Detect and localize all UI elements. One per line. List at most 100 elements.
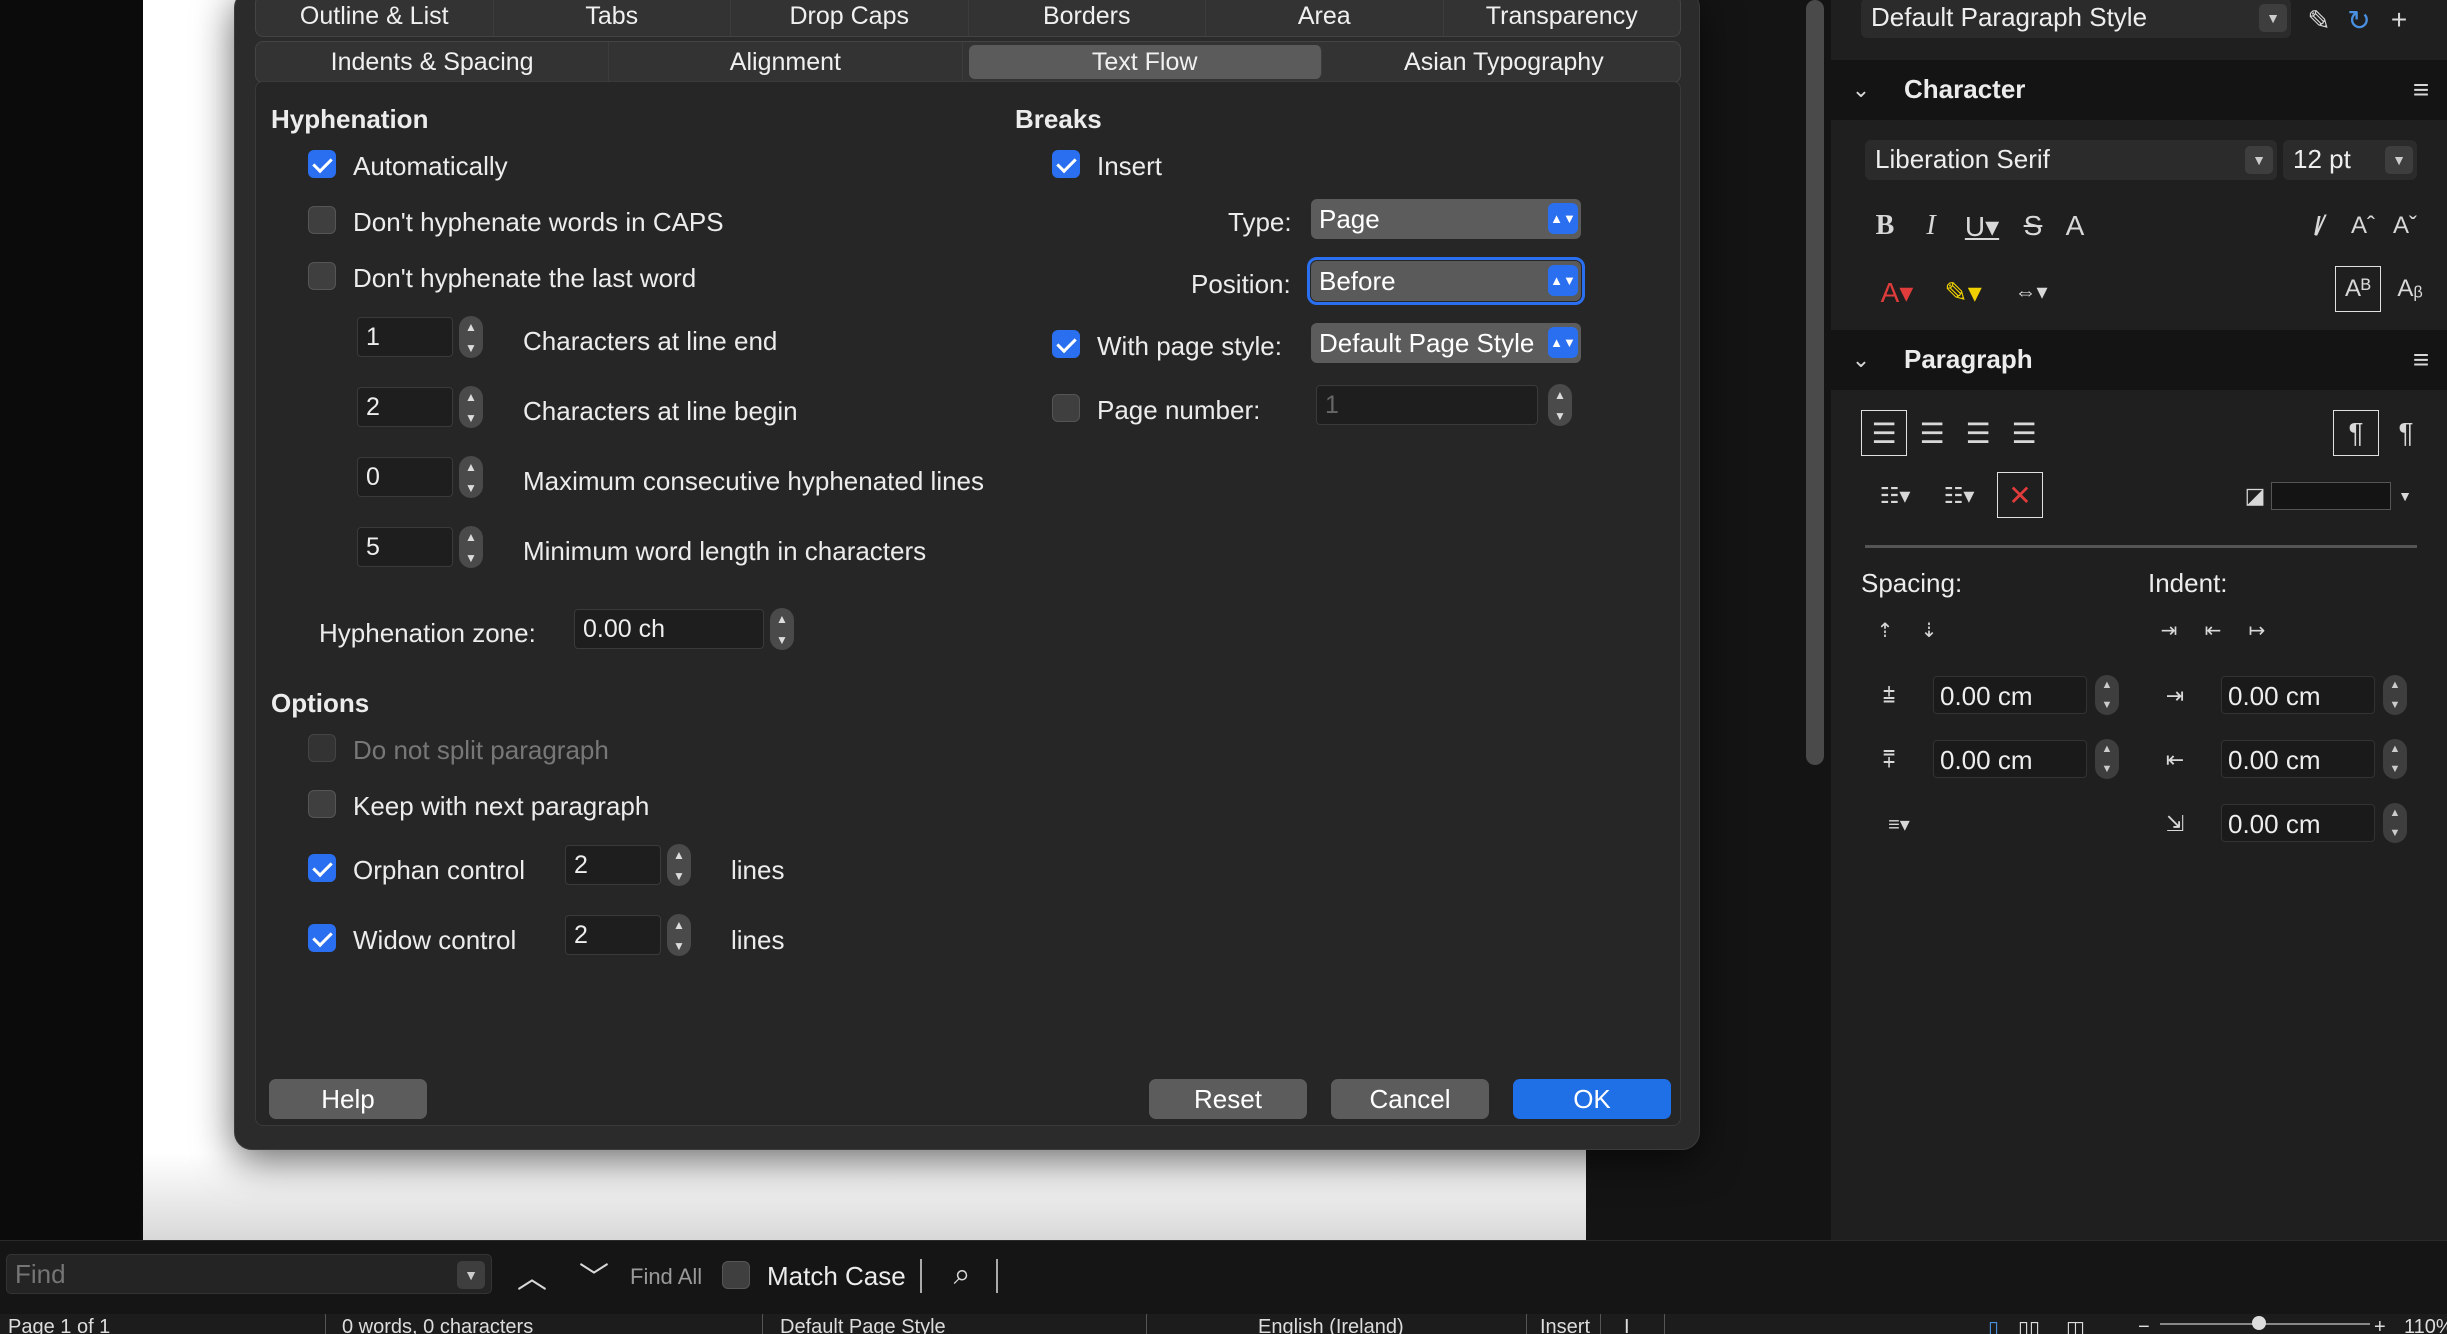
tab-outline-list[interactable]: Outline & List <box>256 0 494 36</box>
chevron-down-icon[interactable]: ▼ <box>2393 482 2417 510</box>
rtl-paragraph-icon[interactable]: ¶ <box>2383 410 2429 456</box>
min-word-length-stepper[interactable]: ▲ ▼ <box>459 526 483 568</box>
update-style-icon[interactable]: ✎ <box>2301 2 2337 38</box>
before-indent-stepper[interactable]: ▲ ▼ <box>2383 675 2407 715</box>
align-left-icon[interactable]: ☰ <box>1861 410 1907 456</box>
widow-lines-input[interactable]: 2 <box>565 915 661 955</box>
ok-button[interactable]: OK <box>1513 1079 1671 1119</box>
character-spacing-icon[interactable]: ⇔▾ <box>2001 270 2061 314</box>
tab-asian-typography[interactable]: Asian Typography <box>1328 42 1680 82</box>
above-spacing-stepper[interactable]: ▲ ▼ <box>2095 675 2119 715</box>
no-last-word-checkbox[interactable] <box>308 262 336 290</box>
tab-drop-caps[interactable]: Drop Caps <box>731 0 969 36</box>
increase-font-icon[interactable]: Aˆ <box>2345 204 2381 248</box>
after-indent-stepper[interactable]: ▲ ▼ <box>2383 739 2407 779</box>
zoom-level[interactable]: 110% <box>2404 1316 2447 1334</box>
paragraph-style-select[interactable]: Default Paragraph Style ▼ <box>1861 0 2291 38</box>
above-spacing-input[interactable]: 0.00 cm <box>1933 676 2087 714</box>
chars-line-begin-input[interactable]: 2 <box>357 387 453 427</box>
ltr-paragraph-icon[interactable]: ¶ <box>2333 410 2379 456</box>
first-line-indent-stepper[interactable]: ▲ ▼ <box>2383 803 2407 843</box>
increase-indent-icon[interactable]: ⇥ <box>2151 612 2187 648</box>
find-input[interactable] <box>15 1259 435 1289</box>
below-spacing-stepper[interactable]: ▲ ▼ <box>2095 739 2119 779</box>
single-page-view-icon[interactable]: ▯ <box>1988 1316 1999 1334</box>
align-center-icon[interactable]: ☰ <box>1909 410 1955 456</box>
underline-icon[interactable]: U▾ <box>1957 204 2007 248</box>
character-section-header[interactable]: ⌄ Character ≡ <box>1831 60 2447 120</box>
decrease-spacing-icon[interactable]: ⇣ <box>1911 612 1947 648</box>
below-spacing-input[interactable]: 0.00 cm <box>1933 740 2087 778</box>
font-color-icon[interactable]: A▾ <box>1867 270 1927 314</box>
new-style-icon[interactable]: + <box>2381 2 2417 38</box>
background-color-swatch[interactable] <box>2271 482 2391 510</box>
italic-icon[interactable]: I <box>1913 204 1949 248</box>
page-number-stepper[interactable]: ▲ ▼ <box>1548 384 1572 426</box>
bold-icon[interactable]: B <box>1867 204 1903 248</box>
widow-control-checkbox[interactable] <box>308 924 336 952</box>
language-status[interactable]: English (Ireland) <box>1258 1316 1404 1334</box>
bullets-icon[interactable]: ☷▾ <box>1867 474 1923 518</box>
vertical-scrollbar[interactable] <box>1806 0 1824 765</box>
justify-icon[interactable]: ☰ <box>2001 410 2047 456</box>
first-line-indent-input[interactable]: 0.00 cm <box>2221 804 2375 842</box>
min-word-length-input[interactable]: 5 <box>357 527 453 567</box>
multi-page-view-icon[interactable]: ▯▯ <box>2018 1316 2040 1334</box>
tab-area[interactable]: Area <box>1206 0 1444 36</box>
superscript-icon[interactable]: Aᴮ <box>2335 266 2381 312</box>
tab-alignment[interactable]: Alignment <box>609 42 963 82</box>
automatically-checkbox[interactable] <box>308 150 336 178</box>
align-right-icon[interactable]: ☰ <box>1955 410 2001 456</box>
background-color-icon[interactable]: ◪ <box>2237 476 2273 516</box>
numbering-icon[interactable]: ☷▾ <box>1931 474 1987 518</box>
no-caps-checkbox[interactable] <box>308 206 336 234</box>
font-size-select[interactable]: 12 pt ▼ <box>2283 140 2417 180</box>
page-number-input[interactable]: 1 <box>1316 385 1538 425</box>
insert-break-checkbox[interactable] <box>1052 150 1080 178</box>
paragraph-section-header[interactable]: ⌄ Paragraph ≡ <box>1831 330 2447 390</box>
match-case-checkbox[interactable] <box>722 1261 750 1289</box>
break-position-select[interactable]: Before ▲▼ <box>1307 257 1585 305</box>
tab-borders[interactable]: Borders <box>969 0 1206 36</box>
break-type-select[interactable]: Page ▲▼ <box>1311 199 1581 239</box>
menu-icon[interactable]: ≡ <box>2403 72 2439 108</box>
before-indent-input[interactable]: 0.00 cm <box>2221 676 2375 714</box>
tab-tabs[interactable]: Tabs <box>494 0 731 36</box>
find-all-button[interactable]: Find All <box>630 1264 702 1290</box>
do-not-split-checkbox[interactable] <box>308 734 336 762</box>
help-button[interactable]: Help <box>269 1079 427 1119</box>
page-number-checkbox[interactable] <box>1052 394 1080 422</box>
search-icon[interactable]: ⌕ <box>942 1255 982 1295</box>
find-combobox[interactable]: ▼ <box>6 1254 492 1294</box>
zoom-slider-handle[interactable] <box>2252 1316 2266 1330</box>
widow-lines-stepper[interactable]: ▲ ▼ <box>667 914 691 956</box>
tab-indents-spacing[interactable]: Indents & Spacing <box>256 42 610 82</box>
no-list-icon[interactable]: ✕ <box>1997 472 2043 518</box>
with-page-style-checkbox[interactable] <box>1052 330 1080 358</box>
tab-text-flow[interactable]: Text Flow <box>968 45 1322 79</box>
selection-mode-icon[interactable]: I <box>1624 1316 1630 1334</box>
page-style-select[interactable]: Default Page Style ▲▼ <box>1311 323 1581 363</box>
clear-formatting-icon[interactable]: I̸ <box>2297 204 2337 248</box>
find-next-icon[interactable]: ﹀ <box>574 1255 614 1295</box>
menu-icon[interactable]: ≡ <box>2403 342 2439 378</box>
increase-spacing-icon[interactable]: ⇡ <box>1867 612 1903 648</box>
line-spacing-icon[interactable]: ≡▾ <box>1869 806 1929 842</box>
decrease-font-icon[interactable]: Aˇ <box>2387 204 2423 248</box>
hyphenation-zone-stepper[interactable]: ▲ ▼ <box>770 608 794 650</box>
chars-line-end-input[interactable]: 1 <box>357 317 453 357</box>
reset-button[interactable]: Reset <box>1149 1079 1307 1119</box>
font-name-select[interactable]: Liberation Serif ▼ <box>1865 140 2277 180</box>
max-consecutive-input[interactable]: 0 <box>357 457 453 497</box>
chars-line-begin-stepper[interactable]: ▲ ▼ <box>459 386 483 428</box>
chevron-down-icon[interactable]: ▼ <box>457 1261 485 1289</box>
insert-mode-status[interactable]: Insert <box>1540 1316 1590 1334</box>
book-view-icon[interactable]: ◫ <box>2066 1316 2085 1334</box>
strikethrough-icon[interactable]: S <box>2015 204 2051 248</box>
shadow-icon[interactable]: A <box>2057 204 2093 248</box>
keep-with-next-checkbox[interactable] <box>308 790 336 818</box>
tab-transparency[interactable]: Transparency <box>1444 0 1681 36</box>
chars-line-end-stepper[interactable]: ▲ ▼ <box>459 316 483 358</box>
refresh-icon[interactable]: ↻ <box>2341 2 2377 38</box>
max-consecutive-stepper[interactable]: ▲ ▼ <box>459 456 483 498</box>
